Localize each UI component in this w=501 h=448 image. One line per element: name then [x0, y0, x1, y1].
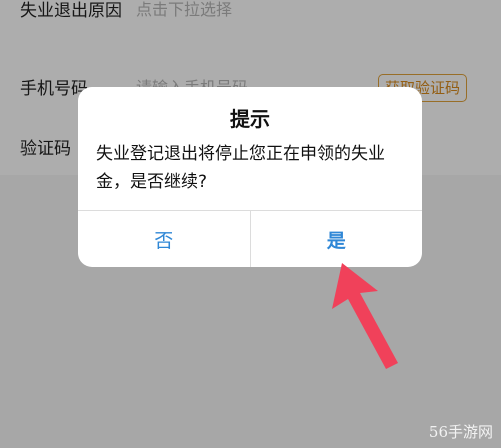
screen: 失业退出原因 点击下拉选择 手机号码 请输入手机号码 获取验证码 验证码 提示 …	[0, 0, 501, 448]
dialog-title: 提示	[230, 107, 270, 131]
confirm-dialog: 提示 失业登记退出将停止您正在申领的失业金，是否继续? 否 是	[78, 87, 422, 267]
dialog-message: 失业登记退出将停止您正在申领的失业金，是否继续?	[96, 144, 385, 192]
watermark: 56手游网	[428, 423, 493, 441]
no-button[interactable]: 否	[78, 211, 250, 267]
pointer-arrow-icon	[332, 263, 398, 369]
